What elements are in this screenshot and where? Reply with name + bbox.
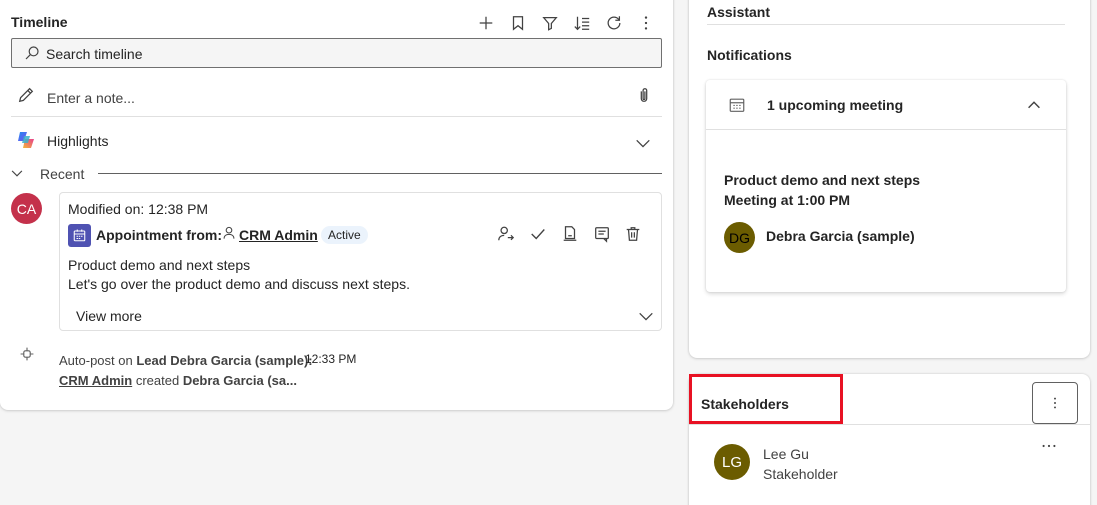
stakeholder-role: Stakeholder xyxy=(763,466,838,482)
sort-icon[interactable] xyxy=(570,11,594,35)
meeting-time: Meeting at 1:00 PM xyxy=(724,192,851,208)
activity-card: Modified on: 12:38 PM Appointment from: … xyxy=(59,192,662,331)
autopost-heading: Auto-post on Lead Debra Garcia (sample): xyxy=(59,353,313,368)
modified-on: Modified on: 12:38 PM xyxy=(68,201,209,217)
autopost-object: Debra Garcia (sa... xyxy=(182,373,297,388)
recent-label: Recent xyxy=(40,166,85,182)
upcoming-meeting-count: 1 upcoming meeting xyxy=(767,97,904,113)
refresh-icon[interactable] xyxy=(602,11,626,35)
divider xyxy=(11,116,662,117)
autopost-verb: created xyxy=(135,373,180,388)
autopost-subject: Lead Debra Garcia (sample): xyxy=(136,353,313,368)
pencil-icon xyxy=(17,86,35,104)
person-icon xyxy=(223,226,235,239)
calendar-icon xyxy=(68,224,91,247)
stakeholders-panel: Stakeholders LG Lee Gu Stakeholder xyxy=(689,374,1090,505)
assign-icon[interactable] xyxy=(494,222,518,246)
more-vertical-icon xyxy=(1054,397,1056,409)
autopost-time: 12:33 PM xyxy=(305,352,357,366)
calendar-icon xyxy=(729,98,745,112)
bookmark-icon[interactable] xyxy=(506,11,530,35)
attendee-name[interactable]: Debra Garcia (sample) xyxy=(766,228,915,244)
recent-chevron-icon[interactable] xyxy=(10,166,24,180)
activity-subject: Product demo and next steps xyxy=(68,257,251,273)
delete-icon[interactable] xyxy=(621,222,645,246)
assistant-panel: Assistant Notifications 1 upcoming meeti… xyxy=(689,0,1090,358)
search-placeholder: Search timeline xyxy=(46,46,143,62)
divider xyxy=(689,424,1090,425)
notification-card: 1 upcoming meeting Product demo and next… xyxy=(706,80,1066,292)
filter-icon[interactable] xyxy=(538,11,562,35)
avatar: DG xyxy=(724,222,755,253)
divider xyxy=(706,129,1066,130)
more-horizontal-icon[interactable] xyxy=(1037,434,1061,458)
assistant-label: Assistant xyxy=(707,4,771,20)
highlights-label: Highlights xyxy=(47,133,109,149)
chevron-up-icon[interactable] xyxy=(1022,93,1046,117)
enter-note-input[interactable]: Enter a note... xyxy=(47,90,135,106)
autopost-icon xyxy=(20,347,34,361)
divider xyxy=(707,24,1065,25)
avatar: CA xyxy=(11,193,42,224)
meeting-title: Product demo and next steps xyxy=(724,172,921,188)
autopost-actor-link[interactable]: CRM Admin xyxy=(59,373,132,388)
open-record-icon[interactable] xyxy=(590,222,614,246)
stakeholders-title: Stakeholders xyxy=(701,396,789,412)
more-options-button[interactable] xyxy=(1032,382,1078,424)
activity-description: Let's go over the product demo and discu… xyxy=(68,276,410,292)
add-icon[interactable] xyxy=(474,11,498,35)
search-icon xyxy=(25,46,39,60)
recent-divider xyxy=(98,173,662,174)
timeline-title: Timeline xyxy=(11,14,68,30)
autopost-prefix: Auto-post on xyxy=(59,353,133,368)
copilot-icon xyxy=(15,129,37,151)
appointment-from-label: Appointment from: xyxy=(96,227,222,243)
view-more-link[interactable]: View more xyxy=(76,308,142,324)
avatar: LG xyxy=(714,444,750,480)
notifications-title: Notifications xyxy=(707,47,792,63)
expand-chevron-icon[interactable] xyxy=(634,304,658,328)
more-vertical-icon[interactable] xyxy=(634,11,658,35)
search-timeline-input[interactable]: Search timeline xyxy=(11,38,662,68)
attachment-icon[interactable] xyxy=(635,86,653,104)
timeline-panel: Timeline Search timeline Enter a note... xyxy=(0,0,673,410)
stakeholder-name[interactable]: Lee Gu xyxy=(763,446,809,462)
chevron-down-icon[interactable] xyxy=(631,131,655,155)
checkmark-icon[interactable] xyxy=(526,222,550,246)
close-activity-icon[interactable] xyxy=(558,222,582,246)
status-badge: Active xyxy=(321,226,368,244)
owner-link[interactable]: CRM Admin xyxy=(239,227,318,243)
autopost-body: CRM Admin created Debra Garcia (sa... xyxy=(59,373,297,388)
